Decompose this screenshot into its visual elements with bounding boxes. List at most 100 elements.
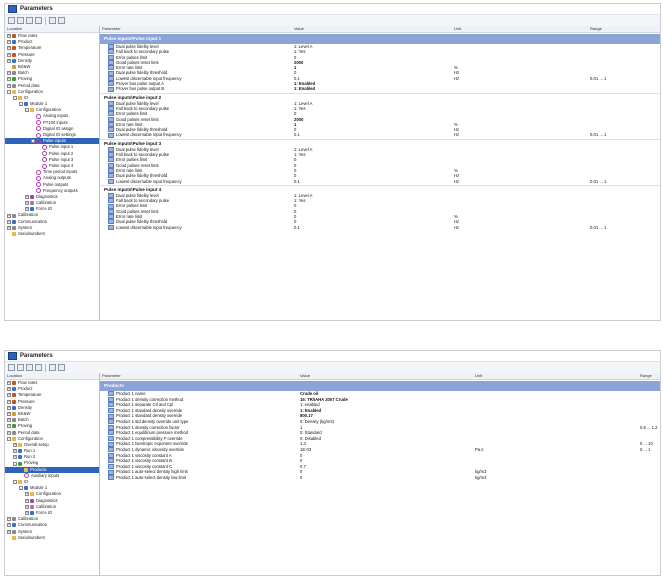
expand-icon[interactable]: + [7,424,11,429]
expand-icon[interactable]: + [25,511,29,516]
expand-icon[interactable]: + [25,504,29,509]
expand-icon[interactable]: + [7,225,11,230]
refresh-icon[interactable] [35,17,42,24]
expand-icon[interactable]: + [7,83,11,88]
parameter-value[interactable]: 0.1 [294,132,300,137]
parameter-column-header[interactable]: Parameter [102,26,121,32]
collapse-icon[interactable]: - [19,102,23,107]
parameter-label: Lowest discernable input frequency [116,132,182,138]
grid-icon[interactable] [49,364,56,371]
expand-icon[interactable]: + [13,455,17,460]
pulse-node-icon [36,175,41,181]
location-tree[interactable]: Location + Flow rates + Product + Temperature… [5,26,100,320]
parameter-range: 0.01 ... 1 [590,132,607,138]
parameter-row[interactable]: Lowest discernable input frequency 0.1 Hz 0… [100,179,660,184]
collapse-icon[interactable]: - [7,436,11,441]
folder-node-icon [30,108,34,113]
green-node-icon [12,424,16,429]
unit-column-header[interactable]: Unit [475,373,482,379]
collapse-icon[interactable]: - [13,95,17,100]
parameter-value[interactable]: 0.1 [294,179,300,184]
value-column-header[interactable]: Value [294,26,304,32]
folder-node-icon [18,95,22,100]
expand-icon[interactable]: + [7,40,11,45]
expand-icon[interactable]: + [25,194,29,199]
gray-node-icon [12,213,16,218]
parameter-icon [108,178,114,184]
gray-node-icon [12,418,16,423]
collapse-icon[interactable]: - [25,108,29,113]
expand-icon[interactable]: + [7,46,11,51]
parameter-row[interactable]: Lowest discernable input frequency 0.1 Hz 0… [100,225,660,230]
range-column-header[interactable]: Range [640,373,652,379]
parameter-value[interactable]: 0 [300,475,302,481]
expand-icon[interactable]: + [13,442,17,447]
expand-icon[interactable]: + [7,58,11,63]
collapse-icon[interactable]: - [19,486,23,491]
parameter-icon [108,132,114,138]
expand-icon[interactable]: + [7,412,11,417]
save-icon[interactable] [17,17,24,24]
parameter-icon [108,224,114,230]
expand-icon[interactable]: + [7,219,11,224]
expand-icon[interactable]: + [7,523,11,528]
collapse-icon[interactable]: - [13,461,17,466]
parameter-column-header[interactable]: Parameter [102,373,121,379]
pulse-node-icon [36,182,41,188]
value-column-header[interactable]: Value [300,373,310,379]
print-icon[interactable] [26,17,33,24]
collapse-icon[interactable]: - [7,89,11,94]
expand-icon[interactable]: + [25,207,29,212]
open-icon[interactable] [8,17,15,24]
section-header: Pulse inputs\Pulse input 1 [100,34,660,44]
expand-icon[interactable]: + [7,77,11,82]
collapse-icon[interactable]: - [31,139,35,144]
expand-icon[interactable]: + [7,393,11,398]
pulse-node-icon [24,473,29,479]
parameter-row[interactable]: Lowest discernable input frequency 0.1 Hz 0… [100,132,660,138]
expand-icon[interactable]: + [7,405,11,410]
print-icon[interactable] [26,364,33,371]
expand-icon[interactable]: + [7,71,11,76]
expand-icon[interactable]: + [7,517,11,522]
parameter-name: Lowest discernable input frequency [108,225,182,230]
location-header: Location [5,26,99,33]
grid-icon[interactable] [49,17,56,24]
parameter-row[interactable]: Product 1 auto-select density low limit 0… [100,475,660,481]
expand-icon[interactable]: + [25,498,29,503]
parameter-grid: Parameter Value Unit Range Products Produ… [100,373,660,575]
filter-icon[interactable] [58,364,65,371]
expand-icon[interactable]: + [7,381,11,386]
gray-node-icon [30,504,34,509]
parameter-value[interactable]: 0.1 [294,225,300,230]
orange-node-icon [12,52,16,57]
expand-icon[interactable]: + [7,418,11,423]
expand-icon[interactable]: + [7,34,11,39]
save-icon[interactable] [17,364,24,371]
location-tree[interactable]: Location + Flow rates + Product + Temperature… [5,373,100,575]
parameter-value[interactable]: 1: Enabled [294,86,315,91]
expand-icon[interactable]: + [7,52,11,57]
expand-icon[interactable]: + [13,449,17,454]
parameter-icon [108,436,114,442]
tree-node[interactable]: Serialnumbers [5,231,99,237]
parameter-row[interactable]: Prover bus pulse output B 1: Enabled [100,86,660,92]
filter-icon[interactable] [58,17,65,24]
collapse-icon[interactable]: - [13,480,17,485]
open-icon[interactable] [8,364,15,371]
expand-icon[interactable]: + [25,201,29,206]
orange-node-icon [12,46,16,51]
expand-icon[interactable]: + [25,492,29,497]
tree-node[interactable]: Serialnumbers [5,535,99,541]
expand-icon[interactable]: + [7,529,11,534]
range-column-header[interactable]: Range [590,26,602,32]
parameter-name: Lowest discernable input frequency [108,179,182,184]
unit-column-header[interactable]: Unit [454,26,461,32]
tree-node-label: Force IO [36,509,53,515]
parameter-icon [108,469,114,475]
expand-icon[interactable]: + [7,399,11,404]
refresh-icon[interactable] [35,364,42,371]
expand-icon[interactable]: + [7,430,11,435]
expand-icon[interactable]: + [7,387,11,392]
expand-icon[interactable]: + [7,213,11,218]
